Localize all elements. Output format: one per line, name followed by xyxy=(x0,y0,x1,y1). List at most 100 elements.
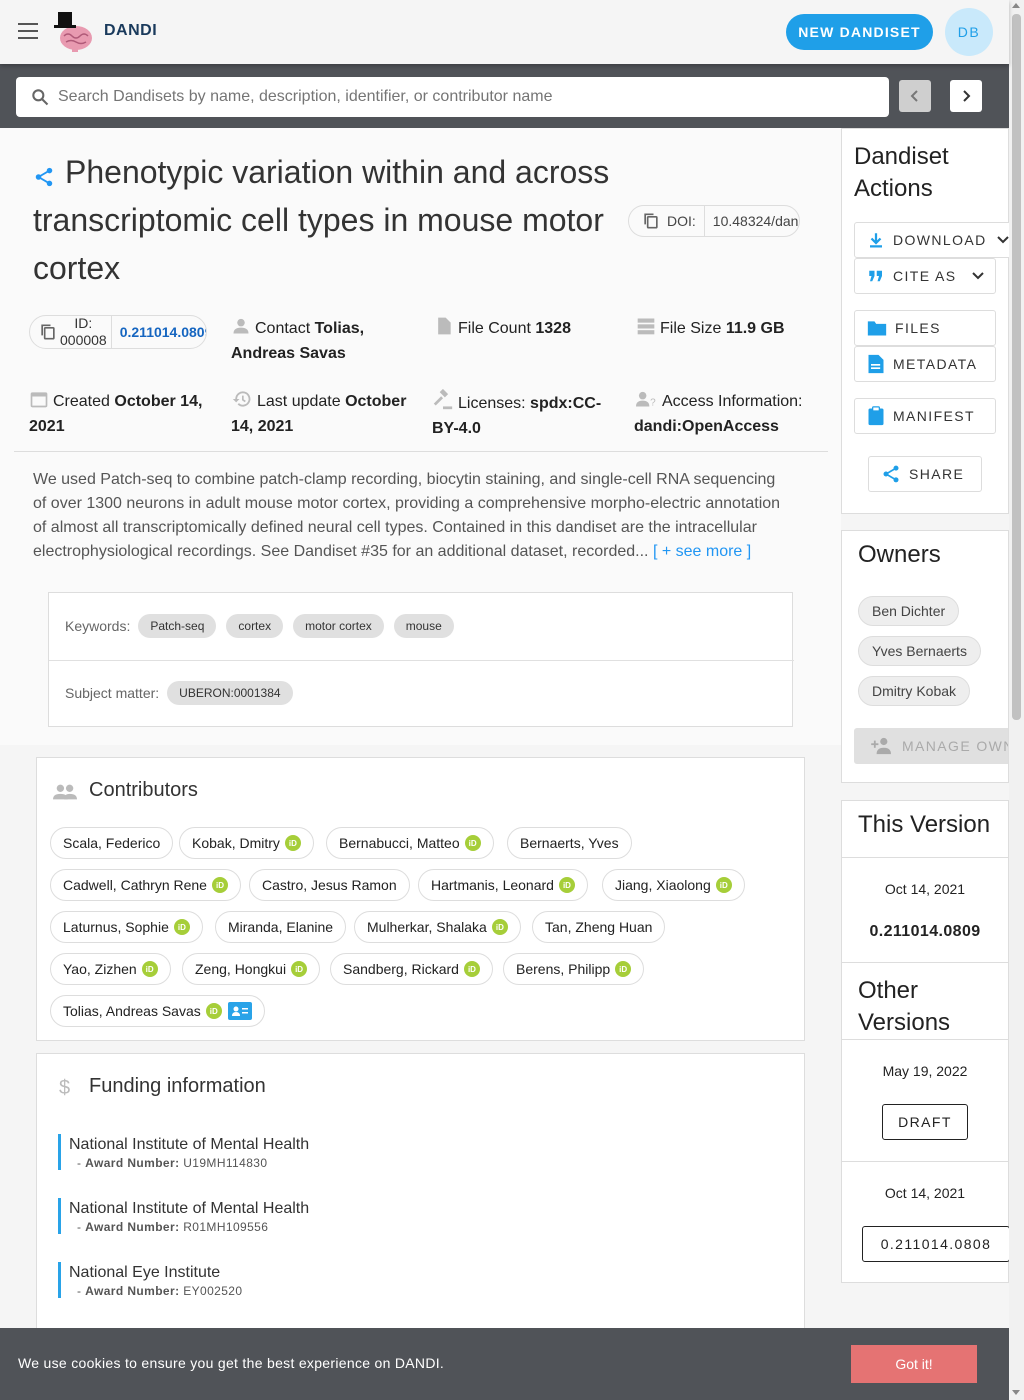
brand-name[interactable]: DANDI xyxy=(104,22,157,40)
orcid-icon[interactable]: iD xyxy=(141,961,158,977)
orcid-icon[interactable]: iD xyxy=(173,919,190,935)
manifest-button[interactable]: MANIFEST xyxy=(854,398,996,434)
contributor-chip[interactable]: Bernaerts, Yves xyxy=(507,827,632,859)
contributor-chip[interactable]: Hartmanis, Leonard iD xyxy=(418,869,588,901)
contributors-card: Contributors Scala, Federico Kobak, Dmit… xyxy=(36,757,805,1041)
dandiset-title: Phenotypic variation within and across t… xyxy=(33,154,610,286)
divider xyxy=(842,857,1008,858)
file-icon xyxy=(438,317,451,335)
keyword-chip[interactable]: cortex xyxy=(226,614,284,638)
file-count: File Count 1328 xyxy=(434,316,624,341)
orcid-icon[interactable]: iD xyxy=(463,961,480,977)
accept-cookies-button[interactable]: Got it! xyxy=(851,1345,977,1383)
contributor-chip[interactable]: Zeng, Hongkui iD xyxy=(182,953,321,985)
doi-value: 10.48324/dandi.000008/0.211014.0809 xyxy=(712,213,799,229)
person-question-icon: ? xyxy=(636,391,656,409)
contributor-chip[interactable]: Berens, Philipp iD xyxy=(503,953,645,985)
orcid-icon[interactable]: iD xyxy=(491,919,508,935)
chevron-right-icon xyxy=(963,90,971,102)
orcid-icon[interactable]: iD xyxy=(558,877,575,893)
see-more-link[interactable]: [ + see more ] xyxy=(653,543,751,560)
search-icon xyxy=(32,89,49,106)
this-version-title: This Version xyxy=(858,811,991,838)
funding-title: Funding information xyxy=(89,1075,266,1097)
created-date: Created October 14, 2021 xyxy=(29,389,219,439)
subject-chip[interactable]: UBERON:0001384 xyxy=(167,681,293,705)
next-dandiset-button[interactable] xyxy=(950,80,982,112)
divider xyxy=(49,660,794,661)
this-version-number: 0.211014.0809 xyxy=(869,923,981,940)
gavel-icon xyxy=(433,388,453,410)
licenses: Licenses: spdx:CC-BY-4.0 xyxy=(432,388,622,441)
search-field[interactable] xyxy=(16,77,889,117)
svg-text:$: $ xyxy=(59,1077,70,1098)
orcid-icon[interactable]: iD xyxy=(205,1003,222,1019)
user-avatar[interactable]: DB xyxy=(945,8,993,56)
dandiset-description: We used Patch-seq to combine patch-clamp… xyxy=(33,471,781,560)
contributor-chip[interactable]: Tan, Zheng Huan xyxy=(532,911,666,943)
orcid-icon[interactable]: iD xyxy=(211,877,228,893)
search-input[interactable] xyxy=(58,88,858,106)
prev-dandiset-button[interactable] xyxy=(899,80,931,112)
new-dandiset-button[interactable]: NEW DANDISET xyxy=(786,14,933,50)
contributor-chip[interactable]: Miranda, Elanine xyxy=(215,911,347,943)
dandiset-id: ID: 000008 xyxy=(60,316,112,348)
divider xyxy=(14,451,828,452)
draft-version-button[interactable]: DRAFT xyxy=(882,1104,968,1140)
chevron-down-icon xyxy=(996,236,1009,244)
orcid-icon[interactable]: iD xyxy=(291,961,308,977)
keywords-row: Keywords: Patch-seq cortex motor cortex … xyxy=(65,614,464,638)
keyword-chip[interactable]: Patch-seq xyxy=(138,614,217,638)
contact-card-icon[interactable] xyxy=(227,1002,252,1020)
subject-label: Subject matter: xyxy=(65,685,160,701)
contributor-chip[interactable]: Yao, Zizhen iD xyxy=(50,953,171,985)
divider xyxy=(842,1161,1008,1162)
contributors-title: Contributors xyxy=(89,779,198,801)
copy-icon[interactable] xyxy=(641,211,661,231)
share-button[interactable]: SHARE xyxy=(868,456,982,492)
owners-title: Owners xyxy=(858,541,941,568)
contributor-chip[interactable]: Castro, Jesus Ramon xyxy=(249,869,410,901)
divider xyxy=(842,1039,1008,1040)
version-button[interactable]: 0.211014.0808 xyxy=(862,1226,1010,1262)
svg-text:?: ? xyxy=(650,398,656,409)
contributor-chip[interactable]: Tolias, Andreas Savas iD xyxy=(50,995,265,1027)
person-icon xyxy=(233,318,249,334)
orcid-icon[interactable]: iD xyxy=(715,877,732,893)
scroll-up-arrow-icon[interactable] xyxy=(1012,3,1020,8)
dandi-logo[interactable] xyxy=(52,10,96,54)
contributor-chip[interactable]: Bernabucci, Matteo iD xyxy=(326,827,494,859)
id-chip[interactable]: ID: 000008 0.211014.0809 xyxy=(29,315,207,349)
contributor-chip[interactable]: Jiang, Xiaolong iD xyxy=(602,869,745,901)
contributor-chip[interactable]: Laturnus, Sophie iD xyxy=(50,911,203,943)
keyword-chip[interactable]: mouse xyxy=(393,614,454,638)
contributor-chip[interactable]: Cadwell, Cathryn Rene iD xyxy=(50,869,241,901)
version-date: May 19, 2022 xyxy=(882,1063,968,1079)
file-size: File Size 11.9 GB xyxy=(636,316,826,341)
orcid-icon[interactable]: iD xyxy=(615,961,632,977)
app-bar: DANDI NEW DANDISET DB xyxy=(0,0,1009,64)
share-icon xyxy=(883,465,899,483)
contributor-chip[interactable]: Mulherkar, Shalaka iD xyxy=(354,911,521,943)
contributor-chip[interactable]: Kobak, Dmitry iD xyxy=(179,827,314,859)
contributor-chip[interactable]: Scala, Federico xyxy=(50,827,174,859)
manage-owners-button[interactable]: MANAGE OWNERS xyxy=(854,728,1008,764)
scroll-down-arrow-icon[interactable] xyxy=(1012,1390,1020,1395)
download-button[interactable]: DOWNLOAD xyxy=(854,222,1014,258)
contributor-chip[interactable]: Sandberg, Rickard iD xyxy=(330,953,493,985)
owners-panel: Owners Ben Dichter Yves Bernaerts Dmitry… xyxy=(841,530,1009,783)
orcid-icon[interactable]: iD xyxy=(284,835,301,851)
divider xyxy=(842,962,1008,963)
keyword-chip[interactable]: motor cortex xyxy=(293,614,384,638)
files-button[interactable]: FILES xyxy=(854,310,996,346)
copy-icon[interactable] xyxy=(38,322,58,342)
version-number[interactable]: 0.211014.0809 xyxy=(120,324,206,340)
cookie-message: We use cookies to ensure you get the bes… xyxy=(18,1355,445,1371)
scrollbar-thumb[interactable] xyxy=(1012,14,1021,720)
doi-chip[interactable]: DOI: 10.48324/dandi.000008/0.211014.0809 xyxy=(628,205,800,237)
orcid-icon[interactable]: iD xyxy=(464,835,481,851)
menu-icon[interactable] xyxy=(18,23,38,39)
metadata-button[interactable]: METADATA xyxy=(854,346,996,382)
cite-as-button[interactable]: CITE AS xyxy=(854,258,996,294)
funding-item: National Institute of Mental Health - Aw… xyxy=(58,1134,309,1170)
